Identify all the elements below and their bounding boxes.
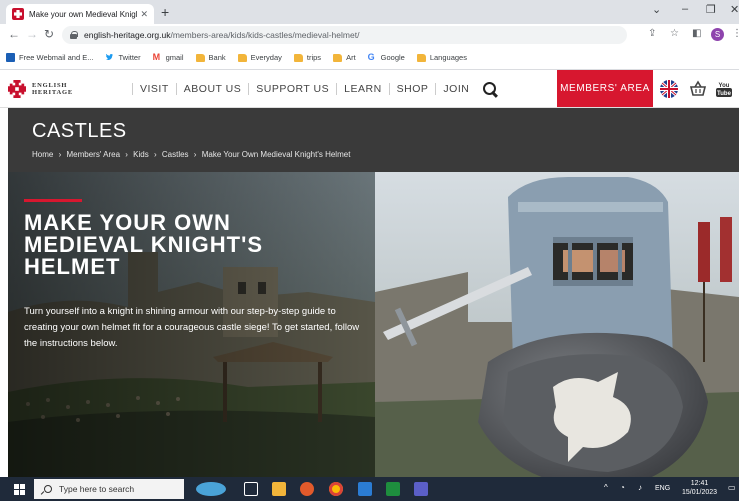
breadcrumb-kids[interactable]: Kids xyxy=(133,150,149,159)
browser-tab-strip: Make your own Medieval Knight’s ✕ + ⌄ – … xyxy=(0,0,739,24)
folder-icon xyxy=(416,53,426,62)
task-view-icon[interactable] xyxy=(244,482,258,496)
taskbar-clock[interactable]: 12:41 15/01/2023 xyxy=(682,479,717,497)
youtube-icon[interactable]: You Tube xyxy=(714,79,734,99)
english-heritage-favicon-icon xyxy=(12,8,24,20)
google-icon: G xyxy=(367,52,375,62)
site-wordmark[interactable]: ENGLISH HERITAGE xyxy=(32,82,73,96)
nav-support-us[interactable]: SUPPORT US xyxy=(248,83,336,95)
breadcrumb: Home › Members' Area › Kids › Castles › … xyxy=(32,150,353,159)
notifications-icon[interactable]: ▭ xyxy=(728,483,736,492)
profile-avatar[interactable]: S xyxy=(711,28,724,41)
word-icon[interactable] xyxy=(358,482,372,496)
chrome-icon[interactable] xyxy=(329,482,343,496)
hero-description: Turn yourself into a knight in shining a… xyxy=(24,306,360,349)
tab-title: Make your own Medieval Knight’s xyxy=(29,9,138,19)
nav-learn[interactable]: LEARN xyxy=(336,83,389,95)
folder-icon xyxy=(293,53,303,62)
bookmark-languages[interactable]: Languages xyxy=(416,53,467,62)
breadcrumb-separator: › xyxy=(58,150,62,159)
lock-icon xyxy=(70,31,78,39)
teams-icon[interactable] xyxy=(414,482,428,496)
tab-close-icon[interactable]: ✕ xyxy=(140,9,148,20)
firefox-icon[interactable] xyxy=(300,482,314,496)
breadcrumb-separator: › xyxy=(125,150,128,159)
bookmark-gmail[interactable]: M gmail xyxy=(152,52,184,63)
reload-icon[interactable]: ↻ xyxy=(44,27,54,41)
search-icon[interactable] xyxy=(482,81,498,97)
bookmark-webmail[interactable]: Free Webmail and E... xyxy=(6,53,93,62)
tray-chevron-up-icon[interactable]: ^ xyxy=(604,483,608,492)
share-icon[interactable]: ⇪ xyxy=(648,28,656,40)
browser-toolbar: ← → ↻ english-heritage.org.uk /members-a… xyxy=(0,24,739,46)
hero-banner: MAKE YOUR OWN MEDIEVAL KNIGHT'S HELMET T… xyxy=(8,172,739,477)
url-path: /members-area/kids/kids-castles/medieval… xyxy=(170,30,360,40)
close-window-icon[interactable]: ✕ xyxy=(730,3,739,16)
windows-start-icon[interactable] xyxy=(14,484,25,495)
breadcrumb-home[interactable]: Home xyxy=(32,150,53,159)
address-bar[interactable]: english-heritage.org.uk /members-area/ki… xyxy=(62,26,627,44)
breadcrumb-members-area[interactable]: Members' Area xyxy=(66,150,120,159)
nav-visit[interactable]: VISIT xyxy=(132,83,176,95)
taskbar-search-box[interactable]: Type here to search xyxy=(34,479,184,499)
hero-accent-rule xyxy=(24,199,82,202)
members-area-button[interactable]: MEMBERS' AREA xyxy=(557,70,653,107)
twitter-bird-icon xyxy=(106,53,114,61)
back-arrow-icon[interactable]: ← xyxy=(8,27,20,41)
site-header: ENGLISH HERITAGE VISIT ABOUT US SUPPORT … xyxy=(0,70,739,108)
nav-join[interactable]: JOIN xyxy=(435,83,476,95)
weather-widget-icon[interactable] xyxy=(196,482,226,496)
section-banner: CASTLES Home › Members' Area › Kids › Ca… xyxy=(8,108,739,172)
file-explorer-icon[interactable] xyxy=(272,482,286,496)
volume-icon[interactable]: ♪ xyxy=(638,483,642,492)
union-jack-flag-icon[interactable] xyxy=(659,79,679,99)
gmail-icon: M xyxy=(152,52,161,62)
nav-shop[interactable]: SHOP xyxy=(388,83,436,95)
bookmark-star-icon[interactable]: ☆ xyxy=(670,28,679,40)
maximize-icon[interactable]: ❐ xyxy=(706,3,716,16)
bookmarks-bar: Free Webmail and E... Twitter M gmail Ba… xyxy=(0,46,739,70)
bookmark-bank[interactable]: Bank xyxy=(195,53,226,62)
bookmark-everyday[interactable]: Everyday xyxy=(237,53,282,62)
breadcrumb-separator: › xyxy=(153,150,157,159)
side-panel-icon[interactable]: ◧ xyxy=(692,28,701,40)
folder-icon xyxy=(333,53,343,62)
new-tab-icon[interactable]: + xyxy=(161,5,169,19)
url-domain: english-heritage.org.uk xyxy=(84,30,171,40)
breadcrumb-separator: › xyxy=(193,150,197,159)
excel-icon[interactable] xyxy=(386,482,400,496)
bookmark-google[interactable]: G Google xyxy=(367,52,405,63)
forward-arrow-icon[interactable]: → xyxy=(26,27,38,41)
nav-about-us[interactable]: ABOUT US xyxy=(175,83,248,95)
language-indicator[interactable]: ENG xyxy=(655,485,670,492)
bookmark-twitter[interactable]: Twitter xyxy=(105,53,141,62)
mail-icon xyxy=(6,53,15,62)
folder-icon xyxy=(195,53,205,62)
bookmark-trips[interactable]: trips xyxy=(293,53,321,62)
hero-title: MAKE YOUR OWN MEDIEVAL KNIGHT'S HELMET xyxy=(24,210,263,279)
tab-search-chevron-icon[interactable]: ⌄ xyxy=(652,3,661,16)
browser-tab[interactable]: Make your own Medieval Knight’s ✕ xyxy=(6,4,154,24)
shopping-basket-icon[interactable] xyxy=(688,79,708,99)
windows-taskbar: Type here to search ^ ◔ ♪ ENG 12:41 15/0… xyxy=(0,477,739,501)
english-heritage-logo-icon[interactable] xyxy=(8,80,26,98)
network-icon[interactable]: ◔ xyxy=(620,483,625,492)
search-icon xyxy=(42,484,52,494)
taskbar-search-placeholder: Type here to search xyxy=(59,484,135,494)
bookmark-art[interactable]: Art xyxy=(333,53,356,62)
chrome-menu-icon[interactable]: ⋮ xyxy=(732,28,739,40)
main-nav: VISIT ABOUT US SUPPORT US LEARN SHOP JOI… xyxy=(132,70,498,108)
section-title: CASTLES xyxy=(32,120,127,142)
breadcrumb-current: Make Your Own Medieval Knight's Helmet xyxy=(201,150,351,159)
folder-icon xyxy=(237,53,247,62)
minimize-icon[interactable]: – xyxy=(682,3,688,15)
svg-text:Tube: Tube xyxy=(717,91,732,97)
breadcrumb-castles[interactable]: Castles xyxy=(162,150,189,159)
